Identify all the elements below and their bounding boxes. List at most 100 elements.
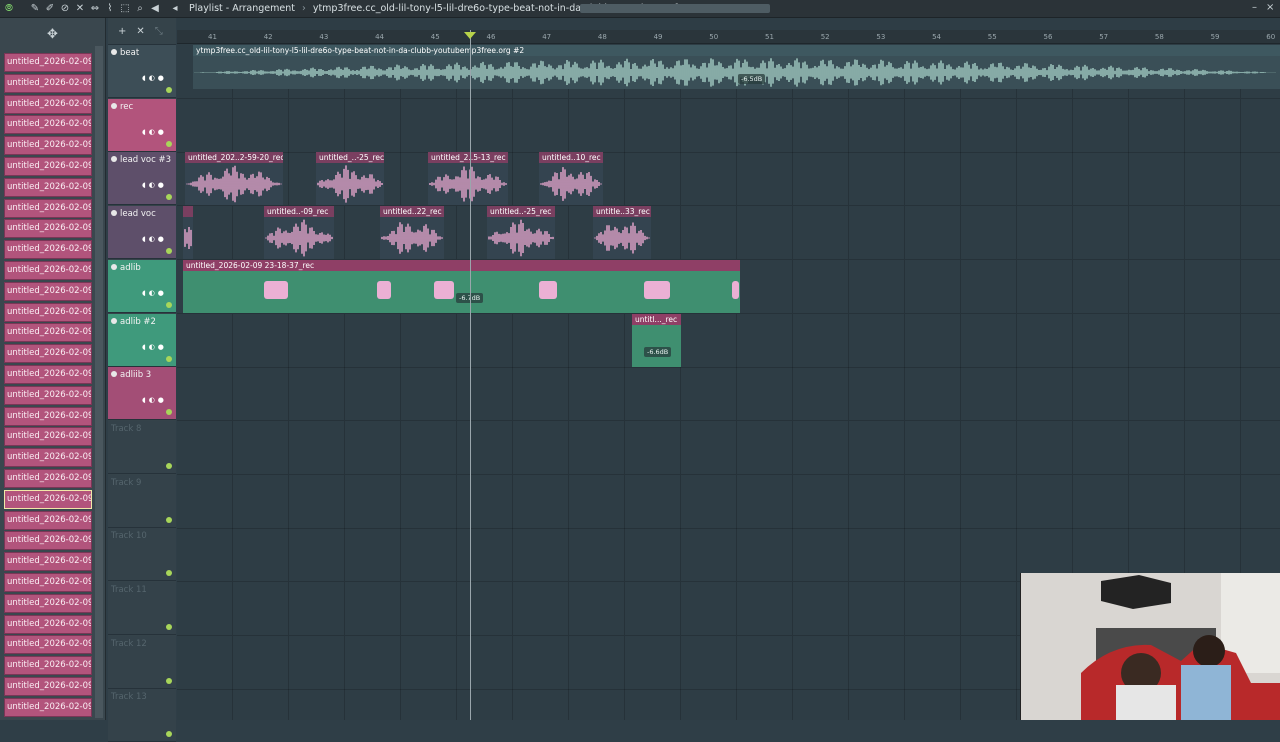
track-led-icon[interactable] <box>166 409 172 416</box>
track-lane[interactable] <box>177 313 1280 368</box>
browser-clip-item[interactable]: untitled_2026-02-09 23- <box>4 198 92 218</box>
track-led-icon[interactable] <box>166 194 172 201</box>
horizontal-scrollbar[interactable] <box>580 4 770 13</box>
track-header[interactable]: Track 13 <box>108 689 176 742</box>
track-header[interactable]: lead voc ◖◐● <box>108 206 176 260</box>
browser-clip-item[interactable]: untitled_2026-02-09 23- <box>4 177 92 197</box>
mute-icon[interactable]: ✕ <box>74 3 86 15</box>
browser-clip-item[interactable]: untitled_2026-02-09 23- <box>4 281 92 301</box>
track-controls[interactable]: ◖◐● <box>142 235 167 243</box>
browser-clip-item[interactable]: untitled_2026-02-09 23- <box>4 677 92 696</box>
add-icon[interactable]: + <box>118 26 126 37</box>
playhead-marker[interactable] <box>464 32 476 39</box>
brush-icon[interactable]: ✐ <box>44 3 56 15</box>
browser-clip-item[interactable]: untitled_2026-02-09 23- <box>4 427 92 447</box>
minimize-button[interactable]: – <box>1252 2 1257 13</box>
track-header[interactable]: beat ◖◐● <box>108 45 176 98</box>
track-led-icon[interactable] <box>166 624 172 630</box>
track-header[interactable]: adliib 3 ◖◐● <box>108 367 176 421</box>
track-lane[interactable] <box>177 474 1280 529</box>
browser-clip-item[interactable]: untitled_2026-02-09 23- <box>4 344 92 364</box>
slice-icon[interactable]: ⌇ <box>104 3 116 15</box>
browser-clip-item[interactable]: untitled_2026-02-09 23- <box>4 448 92 468</box>
slip-icon[interactable]: ⇔ <box>89 3 101 15</box>
browser-clip-item[interactable]: untitled_2026-02-09 23- <box>4 157 92 176</box>
track-enable-icon[interactable] <box>111 317 117 324</box>
browser-clip-item[interactable]: untitled_2026-02-09 23- <box>4 406 92 426</box>
audio-clip[interactable]: untitled..-25_rec <box>487 206 555 259</box>
track-header[interactable]: lead voc #3 ◖◐● <box>108 152 176 206</box>
track-controls[interactable]: ◖◐● <box>142 181 167 189</box>
browser-clip-item[interactable]: untitled_2026-02-09 23- <box>4 219 92 239</box>
audio-clip[interactable]: untitled..10_rec <box>539 152 603 205</box>
track-controls[interactable]: ◖◐● <box>142 128 167 136</box>
arrow-left-icon[interactable]: ◂ <box>169 3 181 15</box>
track-lane[interactable] <box>177 98 1280 153</box>
browser-clip-item[interactable]: untitled_2026-02-09 23- <box>4 53 92 72</box>
magnet-icon[interactable]: ⦾ <box>3 3 15 15</box>
track-header[interactable]: rec ◖◐● <box>108 98 176 152</box>
browser-clip-item[interactable]: untitled_2026-02-09 23- <box>4 136 92 156</box>
track-led-icon[interactable] <box>166 570 172 577</box>
track-led-icon[interactable] <box>166 301 172 308</box>
track-led-icon[interactable] <box>166 355 172 362</box>
browser-clip-item[interactable]: untitled_2026-02-09 23- <box>4 385 92 405</box>
browser-clip-item[interactable]: untitled_2026-02-09 23- <box>4 302 92 322</box>
browser-clip-item[interactable]: untitled_2026-02-09 23- <box>4 510 92 530</box>
audio-clip[interactable]: untitled_2..5-13_rec <box>428 152 508 205</box>
browser-clip-item[interactable]: untitled_2026-02-09 23- <box>4 323 92 343</box>
track-controls[interactable]: ◖◐● <box>142 74 167 82</box>
browser-clip-item[interactable]: untitled_2026-02-09 23- <box>4 469 92 488</box>
track-controls[interactable]: ◖◐● <box>142 289 167 297</box>
browser-clip-item[interactable]: untitled_2026-02-09 23- <box>4 261 92 280</box>
track-led-icon[interactable] <box>166 516 172 523</box>
playhead-line[interactable] <box>470 30 471 720</box>
browser-clip-item[interactable]: untitled_2026-02-09 23- <box>4 635 92 655</box>
track-header[interactable]: Track 10 <box>108 528 176 582</box>
track-led-icon[interactable] <box>166 462 172 469</box>
track-lane[interactable] <box>177 367 1280 422</box>
browser-clip-item[interactable]: untitled_2026-02-09 23- <box>4 94 92 114</box>
tool-icon[interactable]: ⤡ <box>155 26 163 37</box>
track-enable-icon[interactable] <box>111 49 117 55</box>
playback-icon[interactable]: ◀ <box>149 3 161 15</box>
browser-clip-item[interactable]: untitled_2026-02-09 23- <box>4 614 92 634</box>
audio-clip[interactable]: untitle..33_rec <box>593 206 651 259</box>
browser-clip-item[interactable]: untitled_2026-02-09 23- <box>4 365 92 384</box>
track-enable-icon[interactable] <box>111 156 117 163</box>
browser-clip-item[interactable]: untitled_2026-02-09 23- <box>4 552 92 572</box>
audio-clip[interactable]: untitled..22_rec <box>380 206 444 259</box>
track-led-icon[interactable] <box>166 248 172 255</box>
track-enable-icon[interactable] <box>111 263 117 270</box>
audio-clip[interactable]: untitled_2026-02-09 23-18-37_rec-6.7dB <box>183 260 740 313</box>
audio-clip[interactable]: untitl..._rec -6.6dB <box>632 314 681 367</box>
audio-clip[interactable] <box>183 206 193 259</box>
pencil-icon[interactable]: ✎ <box>29 3 41 15</box>
track-enable-icon[interactable] <box>111 102 117 109</box>
browser-clip-item[interactable]: untitled_2026-02-09 23- <box>4 593 92 613</box>
timeline-ruler[interactable]: 41 42 43 44 45 46 47 48 49 50 51 52 53 54 55 56 57 58 59 60 <box>177 30 1280 44</box>
track-enable-icon[interactable] <box>111 371 117 378</box>
track-enable-icon[interactable] <box>111 210 117 217</box>
zoom-icon[interactable]: ⌕ <box>134 3 146 15</box>
browser-clip-item[interactable]: untitled_2026-02-09 23- <box>4 697 92 717</box>
audio-clip[interactable]: ytmp3free.cc_old-lil-tony-l5-lil-dre6o-t… <box>193 45 1280 89</box>
track-led-icon[interactable] <box>166 677 172 684</box>
track-led-icon[interactable] <box>166 731 172 738</box>
track-header[interactable]: adlib ◖◐● <box>108 259 176 313</box>
browser-clip-item[interactable]: untitled_2026-02-09 23- <box>4 115 92 135</box>
track-controls[interactable]: ◖◐● <box>142 396 167 404</box>
track-led-icon[interactable] <box>166 87 172 93</box>
browser-clip-item[interactable]: untitled_2026-02-09 23- <box>4 656 92 676</box>
track-header[interactable]: Track 11 <box>108 582 176 635</box>
browser-clip-item[interactable]: untitled_2026-02-09 23- <box>4 573 92 592</box>
track-header[interactable]: adlib #2 ◖◐● <box>108 313 176 367</box>
track-lane[interactable] <box>177 206 1280 261</box>
audio-clip[interactable]: untitled_..-25_rec <box>316 152 384 205</box>
browser-clip-item[interactable]: untitled_2026-02-09 23- <box>4 531 92 551</box>
track-header[interactable]: Track 12 <box>108 635 176 689</box>
close-button[interactable]: × <box>1266 2 1274 13</box>
browser-clip-item[interactable]: untitled_2026-02-09 23- <box>4 240 92 260</box>
track-led-icon[interactable] <box>166 140 172 147</box>
track-header[interactable]: Track 8 <box>108 420 176 474</box>
